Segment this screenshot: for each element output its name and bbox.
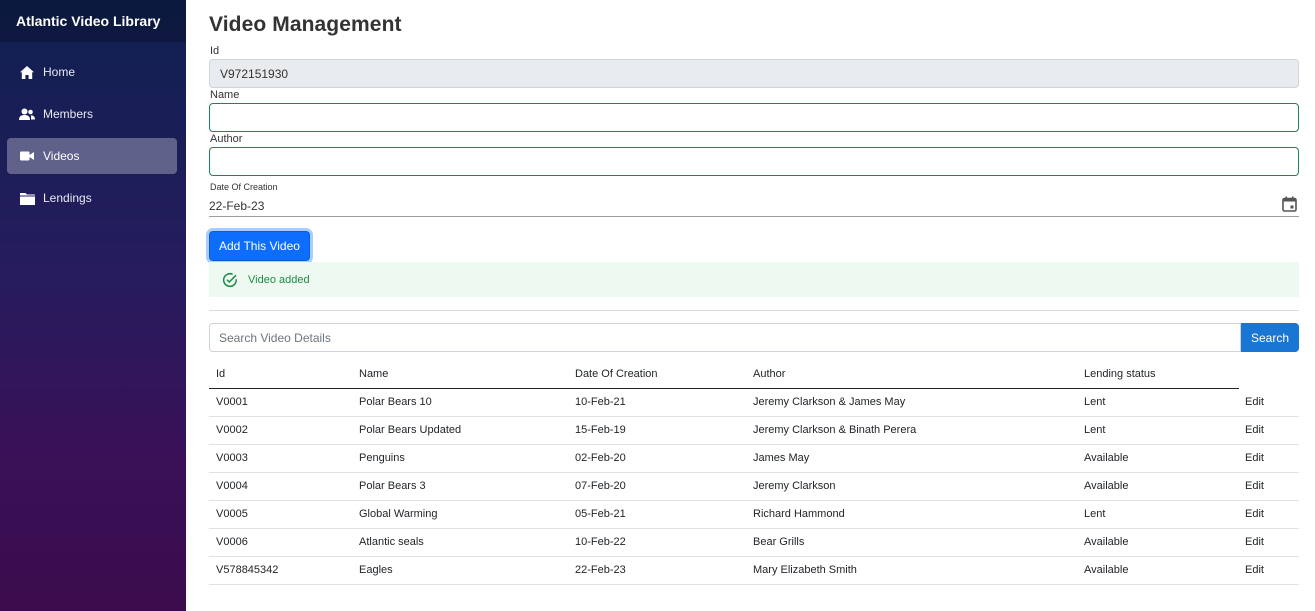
column-header-name: Name <box>352 361 568 389</box>
edit-link[interactable]: Edit <box>1239 444 1299 473</box>
add-video-button[interactable]: Add This Video <box>209 231 310 261</box>
table-row: V578845342 Eagles 22-Feb-23 Mary Elizabe… <box>209 556 1299 585</box>
cell-date: 15-Feb-19 <box>568 416 746 445</box>
table-row: V0005 Global Warming 05-Feb-21 Richard H… <box>209 500 1299 529</box>
sidebar-item-lendings[interactable]: Lendings <box>7 180 177 216</box>
cell-date: 10-Feb-21 <box>568 388 746 417</box>
cell-id: V0004 <box>209 472 352 501</box>
cell-id: V0003 <box>209 444 352 473</box>
date-value: 22-Feb-23 <box>209 198 265 213</box>
cell-lending-status: Lent <box>1077 388 1239 417</box>
cell-id: V0006 <box>209 528 352 557</box>
cell-name: Polar Bears 10 <box>352 388 568 417</box>
cell-name: Polar Bears Updated <box>352 416 568 445</box>
calendar-icon[interactable] <box>1282 196 1297 215</box>
cell-date: 02-Feb-20 <box>568 444 746 473</box>
column-header-author: Author <box>746 361 1077 389</box>
column-header-id: Id <box>209 361 352 389</box>
table-row: V0004 Polar Bears 3 07-Feb-20 Jeremy Cla… <box>209 472 1299 501</box>
cell-author: Mary Elizabeth Smith <box>746 556 1077 585</box>
sidebar-item-home[interactable]: Home <box>7 54 177 90</box>
brand-title: Atlantic Video Library <box>0 0 186 42</box>
cell-date: 05-Feb-21 <box>568 500 746 529</box>
cell-name: Polar Bears 3 <box>352 472 568 501</box>
date-field[interactable]: 22-Feb-23 <box>209 195 1299 217</box>
sidebar-item-label: Members <box>43 107 94 121</box>
cell-lending-status: Lent <box>1077 416 1239 445</box>
table-row: V0006 Atlantic seals 10-Feb-22 Bear Gril… <box>209 528 1299 557</box>
cell-date: 07-Feb-20 <box>568 472 746 501</box>
videos-table: Id Name Date Of Creation Author Lending … <box>209 361 1299 585</box>
edit-link[interactable]: Edit <box>1239 500 1299 529</box>
date-label: Date Of Creation <box>210 182 278 192</box>
sidebar-item-label: Lendings <box>43 191 92 205</box>
table-row: V0001 Polar Bears 10 10-Feb-21 Jeremy Cl… <box>209 388 1299 417</box>
table-row: V0002 Polar Bears Updated 15-Feb-19 Jere… <box>209 416 1299 445</box>
search-button[interactable]: Search <box>1241 323 1299 352</box>
cell-name: Eagles <box>352 556 568 585</box>
author-label: Author <box>210 133 243 145</box>
sidebar-item-label: Home <box>43 65 76 79</box>
author-field[interactable] <box>209 147 1299 176</box>
cell-author: Jeremy Clarkson & James May <box>746 388 1077 417</box>
cell-name: Global Warming <box>352 500 568 529</box>
success-alert: Video added <box>209 262 1299 297</box>
sidebar-nav: Home Members Videos Lendings <box>0 42 186 216</box>
cell-date: 10-Feb-22 <box>568 528 746 557</box>
cell-date: 22-Feb-23 <box>568 556 746 585</box>
edit-link[interactable]: Edit <box>1239 472 1299 501</box>
video-camera-icon <box>19 148 35 164</box>
edit-link[interactable]: Edit <box>1239 416 1299 445</box>
cell-author: Richard Hammond <box>746 500 1077 529</box>
home-icon <box>19 64 35 80</box>
divider <box>209 310 1299 311</box>
cell-author: Jeremy Clarkson & Binath Perera <box>746 416 1077 445</box>
sidebar: Atlantic Video Library Home Members Vide… <box>0 0 186 611</box>
id-label: Id <box>210 45 220 57</box>
cell-lending-status: Lent <box>1077 500 1239 529</box>
edit-link[interactable]: Edit <box>1239 556 1299 585</box>
sidebar-item-label: Videos <box>43 149 80 163</box>
sidebar-item-members[interactable]: Members <box>7 96 177 132</box>
page-title: Video Management <box>209 13 402 36</box>
cell-lending-status: Available <box>1077 444 1239 473</box>
cell-id: V0001 <box>209 388 352 417</box>
sidebar-item-videos[interactable]: Videos <box>7 138 177 174</box>
check-circle-icon <box>222 272 238 288</box>
cell-author: Bear Grills <box>746 528 1077 557</box>
table-row: V0003 Penguins 02-Feb-20 James May Avail… <box>209 444 1299 473</box>
members-icon <box>19 106 35 122</box>
search-input[interactable] <box>209 323 1241 352</box>
cell-author: Jeremy Clarkson <box>746 472 1077 501</box>
cell-name: Atlantic seals <box>352 528 568 557</box>
cell-id: V0005 <box>209 500 352 529</box>
id-field: V972151930 <box>209 59 1299 88</box>
cell-name: Penguins <box>352 444 568 473</box>
edit-link[interactable]: Edit <box>1239 388 1299 417</box>
folder-icon <box>19 190 35 206</box>
cell-id: V0002 <box>209 416 352 445</box>
column-header-actions <box>1239 361 1299 388</box>
edit-link[interactable]: Edit <box>1239 528 1299 557</box>
cell-lending-status: Available <box>1077 556 1239 585</box>
column-header-lending-status: Lending status <box>1077 361 1239 389</box>
cell-lending-status: Available <box>1077 472 1239 501</box>
cell-author: James May <box>746 444 1077 473</box>
name-label: Name <box>210 89 240 101</box>
name-field[interactable] <box>209 103 1299 132</box>
cell-lending-status: Available <box>1077 528 1239 557</box>
alert-text: Video added <box>248 273 310 286</box>
table-header-row: Id Name Date Of Creation Author Lending … <box>209 361 1299 389</box>
cell-id: V578845342 <box>209 556 352 585</box>
column-header-date: Date Of Creation <box>568 361 746 389</box>
search-bar: Search <box>209 323 1299 352</box>
